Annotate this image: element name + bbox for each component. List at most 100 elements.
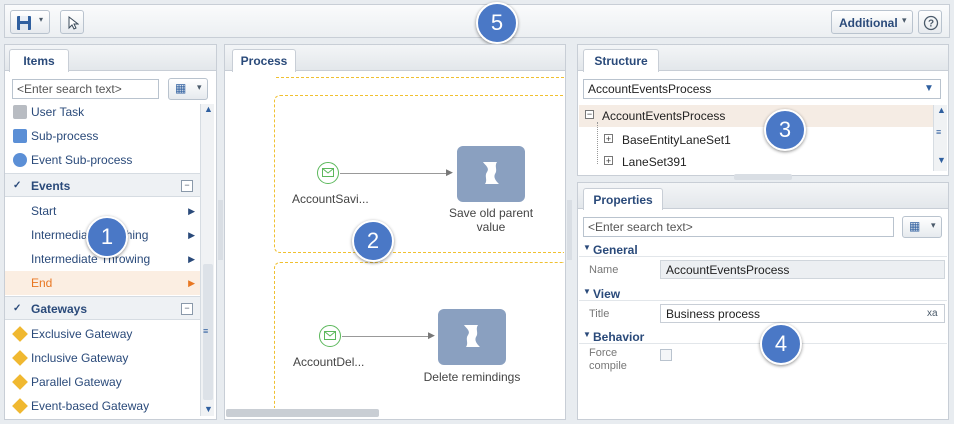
items-scrollbar[interactable]: ▲ ≡ ▼ xyxy=(200,104,214,416)
group-events[interactable]: ✓ Events − xyxy=(5,173,201,197)
list-item-event-based-gateway[interactable]: Event-based Gateway xyxy=(5,394,201,416)
structure-scrollbar[interactable]: ▲ ≡ ▼ xyxy=(933,105,947,171)
arrow-head-icon: ▶ xyxy=(428,330,435,340)
localization-icon[interactable]: xa xyxy=(927,305,938,323)
save-dropdown-arrow-icon[interactable]: ▾ xyxy=(39,15,43,24)
chevron-down-icon: ✓ xyxy=(13,180,22,191)
scroll-down-icon[interactable]: ▼ xyxy=(204,404,213,414)
help-icon: ? xyxy=(923,15,939,31)
parallel-gateway-icon xyxy=(12,374,28,390)
tab-items[interactable]: Items xyxy=(9,49,69,72)
task-save-old-parent[interactable] xyxy=(457,146,525,202)
group-label: Events xyxy=(31,179,71,193)
list-item-event-sub-process[interactable]: Event Sub-process xyxy=(5,148,201,172)
event-sub-process-icon xyxy=(13,153,27,167)
grid-view-icon: ▦ xyxy=(909,219,921,233)
scroll-down-icon[interactable]: ▼ xyxy=(937,155,946,165)
properties-view-button[interactable]: ▦ ▾ xyxy=(902,216,942,238)
flow2-event-label: AccountDel... xyxy=(293,355,365,369)
envelope-icon xyxy=(322,168,334,177)
list-item-exclusive-gateway[interactable]: Exclusive Gateway xyxy=(5,322,201,346)
task-delete-remindings[interactable] xyxy=(438,309,506,365)
additional-dropdown-icon: ▾ xyxy=(902,15,907,25)
pointer-tool-button[interactable] xyxy=(60,10,84,34)
floppy-disk-icon xyxy=(17,16,31,30)
scroll-up-icon[interactable]: ▲ xyxy=(937,105,946,115)
item-label: Event-based Gateway xyxy=(31,399,150,413)
title-input[interactable]: Business process xa xyxy=(660,304,945,323)
item-label: User Task xyxy=(31,105,85,119)
chevron-down-icon: ▼ xyxy=(583,243,591,252)
list-item-inclusive-gateway[interactable]: Inclusive Gateway xyxy=(5,346,201,370)
script-task-icon xyxy=(464,325,480,347)
structure-process-select[interactable]: AccountEventsProcess ▼ xyxy=(583,79,941,99)
section-general-label: General xyxy=(593,243,638,257)
additional-button[interactable]: Additional ▾ xyxy=(831,10,913,34)
item-label: Parallel Gateway xyxy=(31,375,122,389)
section-general-head[interactable]: ▼ General xyxy=(579,243,947,257)
process-hscroll-thumb[interactable] xyxy=(226,409,379,417)
collapse-icon[interactable]: − xyxy=(181,180,193,192)
save-button[interactable]: ▾ xyxy=(10,10,50,34)
scroll-grip-icon: ≡ xyxy=(936,127,942,137)
sub-process-icon xyxy=(13,129,27,143)
items-view-button[interactable]: ▦ ▾ xyxy=(168,78,208,100)
grid-view-icon: ▦ xyxy=(175,81,187,95)
group-label: Gateways xyxy=(31,302,88,316)
items-search-input[interactable]: <Enter search text> xyxy=(12,79,159,99)
tab-process[interactable]: Process xyxy=(232,49,296,72)
item-label: Sub-process xyxy=(31,129,99,143)
list-item-sub-process[interactable]: Sub-process xyxy=(5,124,201,148)
structure-splitter-handle[interactable] xyxy=(734,174,792,180)
help-button[interactable]: ? xyxy=(918,10,942,34)
user-task-icon xyxy=(13,105,27,119)
tab-properties[interactable]: Properties xyxy=(583,188,663,210)
expand-collapse-icon[interactable]: − xyxy=(585,110,594,119)
chevron-right-icon: ▶ xyxy=(188,230,195,240)
tree-child-2[interactable]: LaneSet391 xyxy=(622,155,687,169)
selected-process-value: AccountEventsProcess xyxy=(588,82,712,96)
section-view-label: View xyxy=(593,287,621,301)
item-label: Inclusive Gateway xyxy=(31,351,129,365)
lane-top-border xyxy=(276,77,564,78)
callout-2: 2 xyxy=(352,220,394,262)
select-dropdown-icon[interactable]: ▼ xyxy=(924,80,934,98)
section-view-head[interactable]: ▼ View xyxy=(579,287,947,301)
chevron-right-icon: ▶ xyxy=(188,206,195,216)
name-label: Name xyxy=(589,264,619,276)
tab-structure[interactable]: Structure xyxy=(583,49,659,72)
task2-label: Delete remindings xyxy=(423,370,521,384)
expand-icon[interactable]: + xyxy=(604,134,613,144)
view-dropdown-icon: ▾ xyxy=(197,82,202,92)
item-label: Start xyxy=(31,204,57,218)
list-item-user-task[interactable]: User Task xyxy=(5,104,201,124)
tree-root-label[interactable]: AccountEventsProcess xyxy=(602,109,725,123)
scroll-up-icon[interactable]: ▲ xyxy=(204,104,213,114)
tree-line xyxy=(597,122,598,164)
event-based-gateway-icon xyxy=(12,398,28,414)
list-item-end[interactable]: End ▶ xyxy=(5,271,201,295)
message-start-event-2[interactable] xyxy=(319,325,341,347)
item-label: End xyxy=(31,276,53,290)
collapse-icon[interactable]: − xyxy=(181,303,193,315)
force-compile-checkbox[interactable] xyxy=(660,349,672,361)
item-label: Exclusive Gateway xyxy=(31,327,133,341)
message-start-event-1[interactable] xyxy=(317,162,339,184)
title-value: Business process xyxy=(666,307,761,321)
title-label: Title xyxy=(589,308,610,320)
chevron-down-icon: ▼ xyxy=(583,330,591,339)
process-left-splitter[interactable] xyxy=(218,200,223,260)
properties-search-input[interactable]: <Enter search text> xyxy=(583,217,894,237)
list-item-parallel-gateway[interactable]: Parallel Gateway xyxy=(5,370,201,394)
process-right-splitter[interactable] xyxy=(567,200,572,260)
task1-label-line2: value xyxy=(476,220,506,234)
expand-icon[interactable]: + xyxy=(604,156,613,166)
group-gateways[interactable]: ✓ Gateways − xyxy=(5,296,201,320)
chevron-down-icon: ✓ xyxy=(13,303,22,314)
inclusive-gateway-icon xyxy=(12,350,28,366)
flow1-event-label: AccountSavi... xyxy=(292,192,369,206)
view-dropdown-icon: ▾ xyxy=(931,220,936,230)
section-behavior-label: Behavior xyxy=(593,330,645,344)
tree-child-1[interactable]: BaseEntityLaneSet1 xyxy=(622,133,731,147)
chevron-right-icon: ▶ xyxy=(188,254,195,264)
